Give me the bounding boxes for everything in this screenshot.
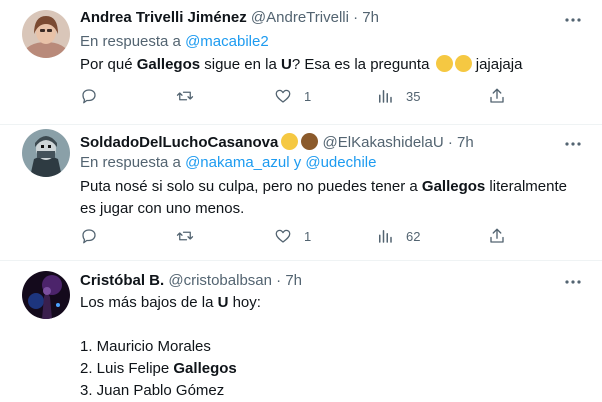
reply-button[interactable] [80,86,110,106]
text-bold: U [217,294,229,311]
reply-prefix: En respuesta a [80,33,181,50]
reply-to-link[interactable]: @macabile2 [185,33,269,50]
text-line: 3. Juan Pablo Gómez [80,382,225,399]
author-name[interactable]: SoldadoDelLuchoCasanova [80,134,278,151]
separator-dot: · [276,272,282,289]
tweet-3[interactable]: Cristóbal B. @cristobalbsan · 7h Los más… [0,261,602,401]
tweet-header: Cristóbal B. @cristobalbsan · 7h [80,272,302,289]
author-handle[interactable]: @ElKakashidelaU [323,134,444,151]
retweet-button[interactable] [176,226,206,246]
text-bold: Gallegos [421,178,486,195]
reply-context: En respuesta a @macabile2 [80,33,269,50]
like-button[interactable]: 1 [274,226,311,246]
timestamp[interactable]: 7h [362,9,379,26]
tweet-text: Por qué Gallegos sigue en la U? Esa es l… [80,54,580,76]
text-segment: Los más bajos de la [80,294,218,311]
tweet-text: Puta nosé si solo su culpa, pero no pued… [80,176,570,220]
share-button[interactable] [488,86,506,106]
reply-icon [82,89,96,104]
like-count: 1 [304,88,312,104]
reply-icon [82,229,96,244]
text-segment: jajajaja [471,56,523,73]
share-icon [490,228,504,243]
action-bar: 1 35 [80,86,510,106]
shrug-emoji-icon [454,55,472,72]
text-bold: Gallegos [136,56,201,73]
views-button[interactable]: 35 [376,86,420,106]
views-button[interactable]: 62 [376,226,420,246]
text-segment: 2. Luis Felipe [80,360,174,377]
facepalm-emoji-icon [435,55,453,72]
text-segment: Por qué [80,56,137,73]
separator-dot: · [447,134,453,151]
text-segment: ? Esa es la pregunta [291,56,434,73]
text-line: 1. Mauricio Morales [80,338,211,355]
tweet-1[interactable]: Andrea Trivelli Jiménez @AndreTrivelli ·… [0,0,602,125]
views-icon [379,90,392,103]
share-icon [490,88,504,103]
separator-dot: · [353,9,359,26]
views-icon [379,230,392,243]
like-button[interactable]: 1 [274,86,311,106]
retweet-icon [176,91,194,101]
text-segment: Puta nosé si solo su culpa, pero no pued… [80,178,422,195]
avatar[interactable] [22,10,70,58]
retweet-button[interactable] [176,86,206,106]
author-handle[interactable]: @cristobalbsan [168,272,272,289]
tweet-header: SoldadoDelLuchoCasanova @ElKakashidelaU … [80,133,474,151]
timestamp[interactable]: 7h [285,272,302,289]
tweet-text: Los más bajos de la U hoy: 1. Mauricio M… [80,292,580,402]
author-handle[interactable]: @AndreTrivelli [251,9,349,26]
more-icon[interactable] [562,135,584,153]
heart-icon [275,89,291,103]
text-segment: hoy: [228,294,261,311]
author-name[interactable]: Andrea Trivelli Jiménez [80,9,247,26]
heart-icon [275,229,291,243]
reply-context: En respuesta a @nakama_azul y @udechile [80,154,376,171]
views-count: 35 [406,88,421,104]
tweet-header: Andrea Trivelli Jiménez @AndreTrivelli ·… [80,9,379,26]
views-count: 62 [406,228,421,244]
owl-emoji-icon [301,133,319,150]
like-count: 1 [304,228,312,244]
text-bold: Gallegos [173,360,237,377]
retweet-icon [176,231,194,241]
reply-button[interactable] [80,226,110,246]
action-bar: 1 62 [80,226,510,246]
text-bold: U [280,56,292,73]
author-name[interactable]: Cristóbal B. [80,272,164,289]
avatar[interactable] [22,129,70,177]
more-icon[interactable] [562,273,584,291]
text-segment: sigue en la [200,56,281,73]
reply-to-link[interactable]: @nakama_azul y @udechile [185,154,376,171]
rock-hand-emoji-icon [281,133,299,150]
timestamp[interactable]: 7h [457,134,474,151]
tweet-2[interactable]: SoldadoDelLuchoCasanova @ElKakashidelaU … [0,125,602,261]
reply-prefix: En respuesta a [80,154,181,171]
text-line: Los más bajos de la U hoy: [80,292,580,314]
text-line: 2. Luis Felipe Gallegos [80,358,580,380]
share-button[interactable] [488,226,506,246]
more-icon[interactable] [562,11,584,29]
avatar[interactable] [22,271,70,319]
